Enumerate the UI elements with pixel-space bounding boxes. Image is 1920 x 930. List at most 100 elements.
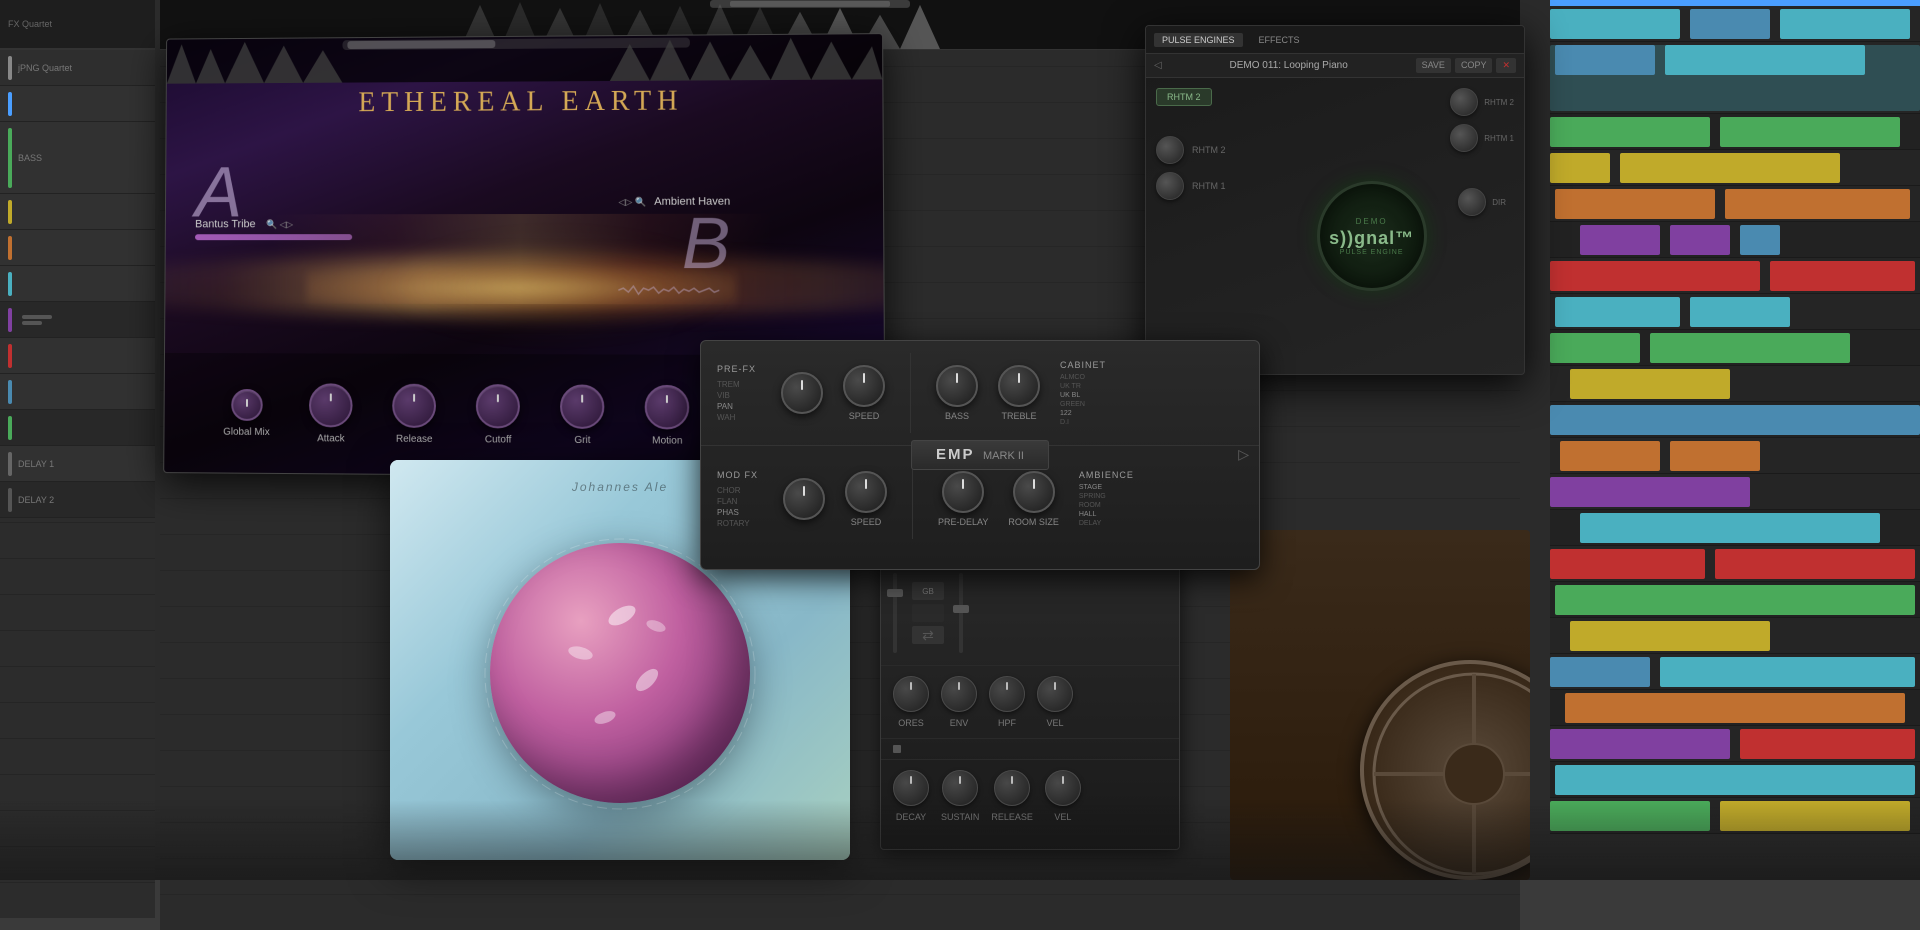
sphere-instrument-name: Johannes Ale — [572, 480, 668, 494]
signal-knobs-left: RHTM 2 RHTM 1 — [1156, 116, 1293, 200]
signal-rhtm1-knob[interactable] — [1156, 172, 1184, 200]
synth-release-knob[interactable] — [994, 770, 1030, 806]
emp-bass-knob[interactable] — [936, 365, 978, 407]
synth-fx-btn-1[interactable]: GB — [912, 582, 944, 600]
signal-save-btn[interactable]: SAVE — [1416, 58, 1451, 73]
signal-main-content: RHTM 2 RHTM 2 RHTM 1 DEMO s))gnal™ P — [1146, 78, 1524, 374]
emp-treble-knob[interactable] — [998, 365, 1040, 407]
signal-rhtm2-btn[interactable]: RHTM 2 — [1156, 88, 1212, 106]
emp-opt-rotary: ROTARY — [717, 519, 758, 528]
signal-rhtm-buttons-top: RHTM 2 — [1156, 88, 1293, 106]
emp-opt-vib: VIB — [717, 391, 756, 400]
signal-rhtm1-knob-label: RHTM 1 — [1192, 181, 1226, 191]
emp-amb-delay: DELAY — [1079, 520, 1134, 527]
synth-env-knob[interactable] — [941, 676, 977, 712]
track-clip — [1740, 729, 1915, 759]
synth-fader-track — [893, 573, 897, 653]
synth-fader-handle[interactable] — [887, 589, 903, 597]
track-clip — [1690, 9, 1770, 39]
track-clip — [1620, 153, 1840, 183]
ethereal-earth-title: ETHEREAL EARTH — [358, 86, 683, 120]
track-name-11: DELAY 1 — [18, 459, 54, 469]
emp-nav-right-2: ▷ — [1238, 446, 1249, 464]
synth-sustain-knob[interactable] — [942, 770, 978, 806]
emp-speed2-knob[interactable] — [845, 471, 887, 513]
ee-motion-group: Motion — [645, 384, 690, 446]
ee-attack-knob[interactable] — [309, 383, 353, 427]
emp-cab-uktr: UK TR — [1060, 383, 1106, 390]
track-clip — [1550, 657, 1650, 687]
signal-prev-arrow[interactable]: ◁ — [1154, 60, 1162, 71]
emp-roomsize-knob[interactable] — [1013, 471, 1055, 513]
track-clip — [1580, 225, 1660, 255]
emp-ambience-title: AMBIENCE — [1079, 470, 1134, 480]
track-label-2 — [0, 86, 155, 122]
synth-decay-group: DECAY — [893, 770, 929, 822]
synth-hpf-knob[interactable] — [989, 676, 1025, 712]
emp-modfx-knob-group — [783, 478, 825, 520]
signal-copy-btn[interactable]: COPY — [1455, 58, 1493, 73]
signal-rhtm2-knob-row: RHTM 2 — [1156, 136, 1293, 164]
ee-global-knob[interactable] — [231, 388, 263, 420]
track-clip — [1550, 9, 1680, 39]
emp-opt-trem: TREM — [717, 380, 756, 389]
synth-panel: FX GB ⇄ ORES — [880, 530, 1180, 850]
signal-title-bar: ◁ DEMO 011: Looping Piano SAVE COPY ✕ — [1146, 54, 1524, 78]
synth-fx-btn-2[interactable] — [912, 604, 944, 622]
signal-rhtm2-right-knob[interactable] — [1450, 88, 1478, 116]
track-label-5 — [0, 230, 155, 266]
synth-decay-knob[interactable] — [893, 770, 929, 806]
ee-release-knob[interactable] — [392, 383, 436, 427]
signal-right-panel: RHTM 2 RHTM 1 DIR — [1440, 78, 1524, 374]
track-clip — [1565, 693, 1905, 723]
track-clip — [1550, 549, 1705, 579]
track-label-7 — [0, 302, 155, 338]
synth-fader2-group — [959, 573, 963, 653]
signal-logo-brand: s))gnal™ — [1329, 228, 1414, 249]
track-clip — [1555, 45, 1655, 75]
synth-vel2-knob[interactable] — [1045, 770, 1081, 806]
track-clip — [1550, 405, 1920, 435]
left-tracks-panel: FX Quartet jPNG Quartet BASS DELAY 1 — [0, 0, 155, 880]
emp-prefx-knob[interactable] — [781, 372, 823, 414]
track-clip-row-10 — [1550, 366, 1920, 402]
synth-ores-knob[interactable] — [893, 676, 929, 712]
signal-logo-circle: DEMO s))gnal™ PULSE ENGINE — [1317, 181, 1427, 291]
track-clip-row-16 — [1550, 582, 1920, 618]
emp-roomsize-label: ROOM SIZE — [1008, 517, 1059, 527]
synth-hpf-group: HPF — [989, 676, 1025, 728]
emp-modfx-knob[interactable] — [783, 478, 825, 520]
signal-tab-effects[interactable]: EFFECTS — [1251, 33, 1308, 47]
signal-rhtm1-right-label: RHTM 1 — [1484, 134, 1514, 143]
signal-delete-btn[interactable]: ✕ — [1496, 58, 1516, 73]
emp-speed-knob-group: SPEED — [843, 365, 885, 421]
track-clip — [1770, 261, 1915, 291]
ee-letter-b: B — [618, 208, 730, 280]
ee-cutoff-knob[interactable] — [476, 384, 520, 428]
signal-dir-knob[interactable] — [1458, 188, 1486, 216]
synth-vel1-knob[interactable] — [1037, 676, 1073, 712]
signal-rhtm2-knob[interactable] — [1156, 136, 1184, 164]
emp-speed-knob[interactable] — [843, 365, 885, 407]
ee-grit-knob[interactable] — [560, 384, 604, 429]
signal-rhtm1-right-knob[interactable] — [1450, 124, 1478, 152]
emp-cab-ukbl: UK BL — [1060, 392, 1106, 399]
track-name-12: DELAY 2 — [18, 495, 54, 505]
track-label-6 — [0, 266, 155, 302]
signal-demo-title: DEMO 011: Looping Piano — [1230, 60, 1348, 71]
emp-predelay-knob[interactable] — [942, 471, 984, 513]
emp-ambience-selector: AMBIENCE STAGE SPRING ROOM HALL DELAY — [1079, 470, 1134, 527]
track-clip-row-3 — [1550, 114, 1920, 150]
synth-sustain-label: SUSTAIN — [941, 812, 979, 822]
ee-motion-knob[interactable] — [645, 384, 690, 429]
emp-cabinet-title: CABINET — [1060, 360, 1106, 370]
signal-tab-pulse[interactable]: PULSE ENGINES — [1154, 33, 1243, 47]
ee-attack-group: Attack — [309, 383, 353, 444]
synth-vel1-group: VEL — [1037, 676, 1073, 728]
synth-vel1-label: VEL — [1046, 718, 1063, 728]
synth-fader2-handle[interactable] — [953, 605, 969, 613]
synth-fx-btn-3[interactable]: ⇄ — [912, 626, 944, 644]
ee-release-group: Release — [392, 383, 436, 444]
signal-rhtm2-right-label: RHTM 2 — [1484, 98, 1514, 107]
emp-predelay-label: PRE-DELAY — [938, 517, 988, 527]
